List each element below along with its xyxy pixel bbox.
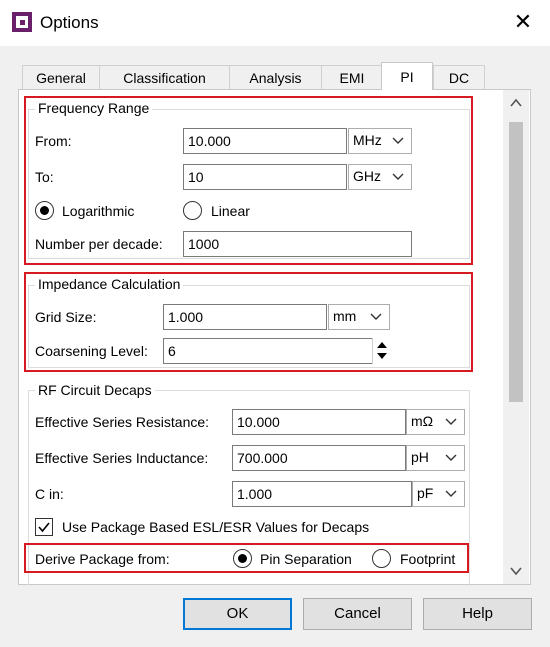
esr-label: Effective Series Resistance:	[35, 414, 210, 430]
coarsening-label: Coarsening Level:	[35, 343, 148, 359]
scroll-down-icon[interactable]	[510, 566, 522, 576]
frequency-range-title: Frequency Range	[35, 100, 153, 116]
cin-input[interactable]	[232, 481, 412, 507]
esl-unit-value: pH	[411, 449, 429, 465]
tab-analysis[interactable]: Analysis	[229, 65, 322, 89]
linear-radio[interactable]	[183, 201, 202, 220]
esr-unit-select[interactable]: mΩ	[406, 409, 465, 435]
chevron-down-icon	[392, 173, 404, 180]
esr-unit-value: mΩ	[411, 413, 434, 429]
checkmark-icon	[38, 522, 50, 533]
close-icon[interactable]: ✕	[511, 10, 535, 34]
to-unit-select[interactable]: GHz	[348, 164, 412, 190]
cancel-button[interactable]: Cancel	[303, 598, 412, 630]
per-decade-input[interactable]	[183, 231, 412, 257]
chevron-down-icon	[445, 454, 457, 461]
use-package-label: Use Package Based ESL/ESR Values for Dec…	[62, 519, 370, 535]
footprint-radio[interactable]	[372, 549, 391, 568]
coarsening-spinner[interactable]	[372, 338, 390, 364]
coarsening-input[interactable]	[163, 338, 373, 364]
app-icon	[12, 12, 32, 32]
grid-size-input[interactable]	[163, 304, 327, 330]
cin-unit-value: pF	[417, 485, 434, 501]
spin-up-icon[interactable]	[376, 341, 388, 349]
scroll-thumb[interactable]	[509, 122, 523, 402]
tab-dc[interactable]: DC	[433, 65, 485, 89]
to-unit-value: GHz	[353, 168, 381, 184]
to-input[interactable]	[183, 164, 347, 190]
rf-decaps-title: RF Circuit Decaps	[35, 382, 155, 398]
vertical-scrollbar[interactable]	[503, 90, 529, 584]
pin-separation-label: Pin Separation	[260, 551, 352, 567]
cin-label: C in:	[35, 486, 64, 502]
use-package-checkbox[interactable]	[35, 518, 53, 536]
chevron-down-icon	[370, 313, 382, 320]
tab-general[interactable]: General	[22, 65, 100, 89]
tab-pi[interactable]: PI	[381, 62, 433, 90]
tab-emi[interactable]: EMI	[321, 65, 383, 89]
impedance-title: Impedance Calculation	[35, 276, 184, 292]
from-label: From:	[35, 133, 72, 149]
footprint-label: Footprint	[400, 551, 456, 567]
esl-unit-select[interactable]: pH	[406, 445, 465, 471]
logarithmic-label: Logarithmic	[62, 203, 135, 219]
esl-label: Effective Series Inductance:	[35, 450, 209, 466]
chevron-down-icon	[392, 137, 404, 144]
help-button[interactable]: Help	[423, 598, 532, 630]
esr-input[interactable]	[232, 409, 406, 435]
from-unit-value: MHz	[353, 132, 382, 148]
from-unit-select[interactable]: MHz	[348, 128, 412, 154]
to-label: To:	[35, 169, 54, 185]
logarithmic-radio[interactable]	[35, 201, 54, 220]
pin-separation-radio[interactable]	[233, 549, 252, 568]
grid-unit-value: mm	[333, 308, 357, 324]
chevron-down-icon	[445, 418, 457, 425]
from-input[interactable]	[183, 128, 347, 154]
scroll-up-icon[interactable]	[510, 98, 522, 108]
linear-label: Linear	[211, 203, 250, 219]
grid-unit-select[interactable]: mm	[328, 304, 390, 330]
grid-size-label: Grid Size:	[35, 309, 97, 325]
window-title: Options	[40, 13, 99, 32]
ok-button[interactable]: OK	[183, 598, 292, 630]
tab-classification[interactable]: Classification	[99, 65, 230, 89]
radio-selected-dot	[40, 206, 49, 215]
radio-selected-dot	[238, 554, 247, 563]
derive-package-label: Derive Package from:	[35, 551, 170, 567]
title-bar: Options ✕	[0, 0, 550, 46]
cin-unit-select[interactable]: pF	[412, 481, 465, 507]
esl-input[interactable]	[232, 445, 406, 471]
chevron-down-icon	[445, 490, 457, 497]
per-decade-label: Number per decade:	[35, 236, 163, 252]
spin-down-icon[interactable]	[376, 352, 388, 360]
